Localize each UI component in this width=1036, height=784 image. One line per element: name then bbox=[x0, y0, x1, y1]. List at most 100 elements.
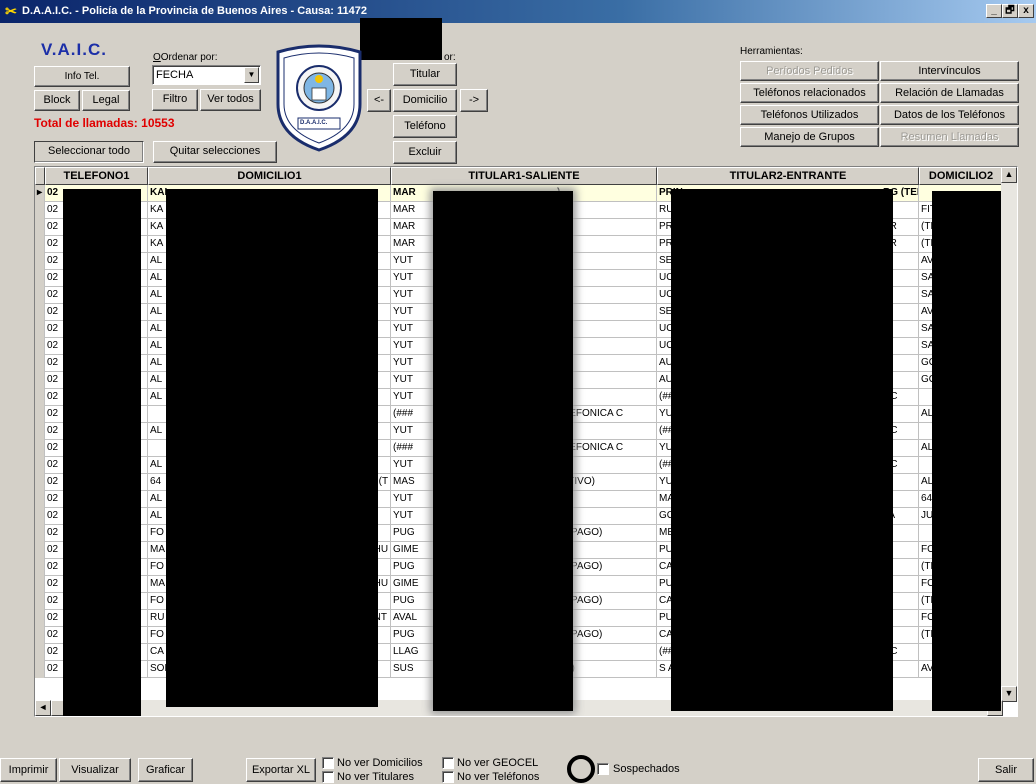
close-button[interactable]: x bbox=[1018, 4, 1034, 18]
row-indicator[interactable] bbox=[35, 321, 45, 338]
legal-button[interactable]: Legal bbox=[82, 90, 130, 111]
column-header-titular1-saliente[interactable]: TITULAR1-SALIENTE bbox=[391, 167, 657, 185]
row-indicator[interactable] bbox=[35, 610, 45, 627]
row-indicator[interactable] bbox=[35, 372, 45, 389]
row-indicator[interactable] bbox=[35, 627, 45, 644]
redaction-block bbox=[671, 189, 893, 711]
titular-button[interactable]: Titular bbox=[393, 63, 457, 86]
column-header-domicilio2[interactable]: DOMICILIO2 bbox=[919, 167, 1003, 185]
row-indicator[interactable] bbox=[35, 559, 45, 576]
no-ver-geocel-checkbox[interactable] bbox=[442, 757, 454, 769]
row-indicator[interactable] bbox=[35, 525, 45, 542]
row-indicator[interactable] bbox=[35, 287, 45, 304]
block-button[interactable]: Block bbox=[34, 90, 80, 111]
row-indicator[interactable] bbox=[35, 202, 45, 219]
ver-todos-button[interactable]: Ver todos bbox=[200, 89, 261, 111]
intervinculos-button[interactable]: Intervínculos bbox=[880, 61, 1019, 81]
row-indicator[interactable] bbox=[35, 338, 45, 355]
no-ver-geocel-label: No ver GEOCEL bbox=[457, 757, 539, 769]
scroll-left-icon[interactable]: ◄ bbox=[35, 700, 51, 716]
row-indicator[interactable] bbox=[35, 423, 45, 440]
no-ver-telefonos-checkbox[interactable] bbox=[442, 771, 454, 783]
manejo-grupos-button[interactable]: Manejo de Grupos bbox=[740, 127, 879, 147]
sort-select[interactable]: FECHA ▼ bbox=[152, 65, 261, 85]
salir-button[interactable]: Salir bbox=[978, 758, 1034, 782]
minimize-button[interactable]: _ bbox=[986, 4, 1002, 18]
sospechados-label: Sospechados bbox=[613, 763, 680, 775]
column-header-titular2-entrante[interactable]: TITULAR2-ENTRANTE bbox=[657, 167, 919, 185]
total-calls-value: 10553 bbox=[141, 116, 175, 130]
column-header-telefono1[interactable]: TELEFONO1 bbox=[45, 167, 148, 185]
scroll-down-icon[interactable]: ▼ bbox=[1001, 686, 1017, 702]
row-indicator[interactable] bbox=[35, 491, 45, 508]
vertical-scrollbar[interactable]: ▲ ▼ bbox=[1001, 167, 1017, 702]
row-indicator[interactable] bbox=[35, 389, 45, 406]
telefono-button[interactable]: Teléfono bbox=[393, 115, 457, 138]
no-ver-domicilios-label: No ver Domicilios bbox=[337, 757, 423, 769]
row-indicator[interactable] bbox=[35, 661, 45, 678]
no-ver-domicilios-checkbox[interactable] bbox=[322, 757, 334, 769]
vaic-logo: V.A.I.C. bbox=[41, 40, 107, 59]
graficar-button[interactable]: Graficar bbox=[138, 758, 193, 782]
next-button[interactable]: -> bbox=[460, 89, 488, 112]
select-all-button[interactable]: Seleccionar todo bbox=[34, 141, 144, 163]
app-icon: ✂ bbox=[5, 3, 17, 19]
police-shield-logo bbox=[276, 44, 362, 152]
visualizar-button[interactable]: Visualizar bbox=[59, 758, 131, 782]
prev-button[interactable]: <- bbox=[367, 89, 391, 112]
row-indicator[interactable] bbox=[35, 474, 45, 491]
row-indicator[interactable] bbox=[35, 542, 45, 559]
row-indicator[interactable] bbox=[35, 457, 45, 474]
chevron-down-icon[interactable]: ▼ bbox=[244, 67, 259, 83]
clear-selection-button[interactable]: Quitar selecciones bbox=[153, 141, 277, 163]
telefonos-relacionados-button[interactable]: Teléfonos relacionados bbox=[740, 83, 879, 103]
excluir-button[interactable]: Excluir bbox=[393, 141, 457, 164]
exportar-xl-button[interactable]: Exportar XL bbox=[246, 758, 316, 782]
column-header-domicilio1[interactable]: DOMICILIO1 bbox=[148, 167, 391, 185]
imprimir-button[interactable]: Imprimir bbox=[0, 758, 57, 782]
application-window: ✂ D.A.A.I.C. - Policía de la Provincia d… bbox=[0, 0, 1036, 784]
datos-telefonos-button[interactable]: Datos de los Teléfonos bbox=[880, 105, 1019, 125]
redaction-block bbox=[166, 189, 378, 707]
row-indicator[interactable] bbox=[35, 440, 45, 457]
row-indicator[interactable] bbox=[35, 253, 45, 270]
domicilio-button[interactable]: Domicilio bbox=[393, 89, 457, 112]
row-indicator[interactable] bbox=[35, 406, 45, 423]
no-ver-titulares-label: No ver Titulares bbox=[337, 771, 415, 783]
no-ver-titulares-checkbox[interactable] bbox=[322, 771, 334, 783]
daaic-badge-text: D.A.A.I.C. bbox=[300, 120, 328, 126]
row-indicator[interactable] bbox=[35, 576, 45, 593]
row-indicator[interactable]: ▸ bbox=[35, 185, 45, 202]
relacion-llamadas-button[interactable]: Relación de Llamadas bbox=[880, 83, 1019, 103]
total-calls: Total de llamadas: 10553 bbox=[34, 116, 175, 130]
redaction-block bbox=[932, 191, 1001, 711]
redaction-block bbox=[360, 18, 442, 60]
info-tel-button[interactable]: Info Tel. bbox=[34, 66, 130, 87]
sospechados-checkbox[interactable] bbox=[597, 763, 609, 775]
redaction-block bbox=[63, 189, 141, 716]
no-ver-telefonos-label: No ver Teléfonos bbox=[457, 771, 540, 783]
title-bar: ✂ D.A.A.I.C. - Policía de la Provincia d… bbox=[0, 0, 1036, 23]
row-selector-header bbox=[35, 167, 45, 185]
calls-grid[interactable]: TELEFONO1 DOMICILIO1 TITULAR1-SALIENTE TITU… bbox=[34, 166, 1018, 717]
telefonos-utilizados-button[interactable]: Teléfonos Utilizados bbox=[740, 105, 879, 125]
row-indicator[interactable] bbox=[35, 236, 45, 253]
row-indicator[interactable] bbox=[35, 508, 45, 525]
restore-button[interactable]: 🗗 bbox=[1002, 4, 1018, 18]
periodos-pedidos-button[interactable]: Períodos Pedidos bbox=[740, 61, 879, 81]
sort-select-value: FECHA bbox=[156, 69, 194, 81]
filtro-button[interactable]: Filtro bbox=[152, 89, 198, 111]
window-title: D.A.A.I.C. - Policía de la Provincia de … bbox=[22, 5, 367, 17]
row-indicator[interactable] bbox=[35, 355, 45, 372]
scroll-up-icon[interactable]: ▲ bbox=[1001, 167, 1017, 183]
sort-label: OOrdenar por: bbox=[153, 52, 218, 63]
row-indicator[interactable] bbox=[35, 644, 45, 661]
row-indicator[interactable] bbox=[35, 270, 45, 287]
row-indicator[interactable] bbox=[35, 304, 45, 321]
resumen-llamadas-button[interactable]: Resumen Llamadas bbox=[880, 127, 1019, 147]
row-indicator[interactable] bbox=[35, 593, 45, 610]
row-indicator[interactable] bbox=[35, 219, 45, 236]
circle-marker-icon bbox=[567, 755, 595, 783]
total-calls-label: Total de llamadas: bbox=[34, 116, 138, 130]
redaction-block bbox=[433, 191, 573, 711]
